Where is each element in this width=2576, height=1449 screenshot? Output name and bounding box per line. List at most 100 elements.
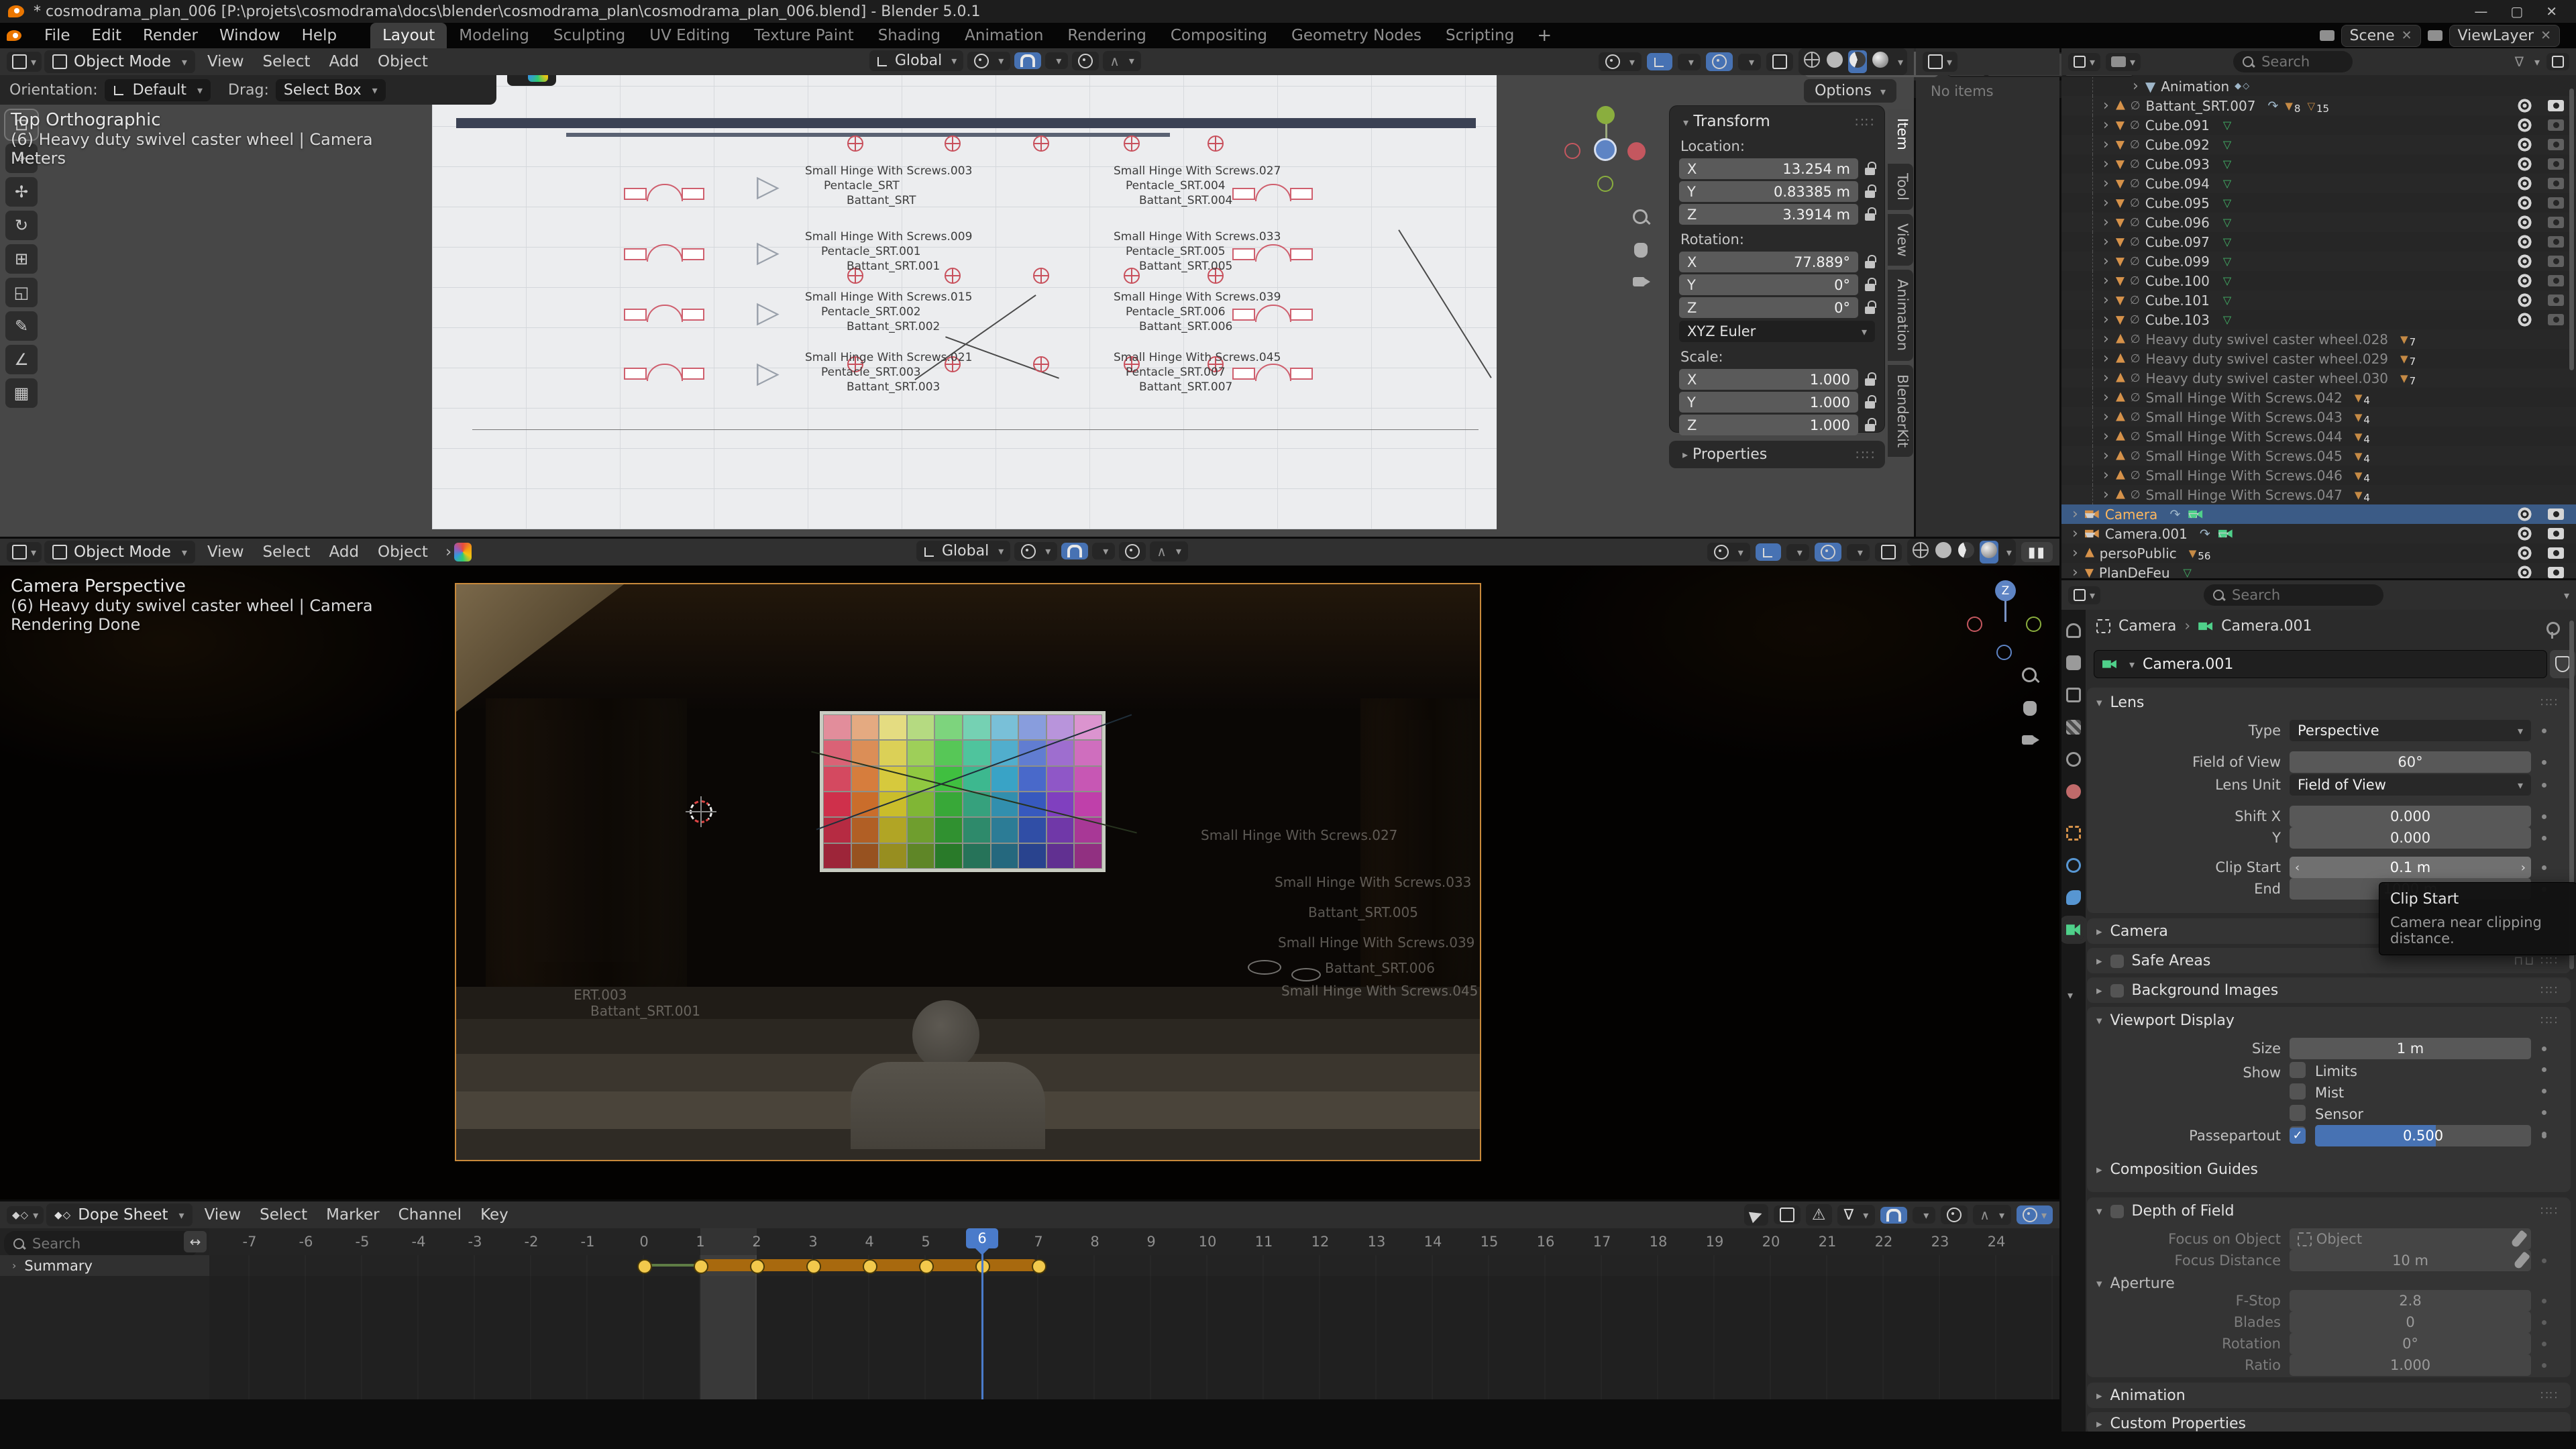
menu-item[interactable]: Edit bbox=[81, 24, 133, 47]
workspace-tab[interactable]: Sculpting bbox=[541, 23, 637, 48]
outliner-row[interactable]: › ▼ ∅ Cube.099 ↷ ▼ ▽ ▽ bbox=[2061, 252, 2576, 271]
shading-solid-icon[interactable] bbox=[1935, 542, 1951, 558]
object-name[interactable]: Cube.100 bbox=[2145, 273, 2210, 289]
expand-icon[interactable]: › bbox=[2103, 214, 2109, 231]
xray-toggle[interactable] bbox=[1875, 543, 1902, 561]
minimize-button[interactable]: — bbox=[2474, 3, 2487, 19]
workspace-tab[interactable]: Shading bbox=[866, 23, 953, 48]
dof-header[interactable]: ▾Depth of Field bbox=[2096, 1203, 2235, 1220]
scale-field[interactable]: Y1.000 bbox=[1679, 392, 1858, 413]
scene-selector[interactable]: Scene✕ bbox=[2341, 25, 2421, 47]
workspace-tab[interactable]: Scripting bbox=[1434, 23, 1526, 48]
render-visibility-toggle[interactable] bbox=[2548, 567, 2564, 578]
hide-eye-toggle[interactable] bbox=[2518, 138, 2532, 152]
object-name[interactable]: Small Hinge With Screws.047 bbox=[2145, 487, 2342, 503]
xray-toggle[interactable] bbox=[1766, 52, 1793, 71]
render-visibility-toggle[interactable] bbox=[2548, 217, 2564, 228]
gizmos-toggle[interactable] bbox=[1647, 53, 1672, 70]
lock-icon[interactable] bbox=[1865, 191, 1875, 198]
lens-unit-dropdown[interactable]: Field of View▾ bbox=[2290, 774, 2531, 796]
outliner-row[interactable]: › ▼ ∅ Small Hinge With Screws.046 ↷ ▼4 ▽… bbox=[2061, 466, 2576, 485]
lock-icon[interactable] bbox=[1865, 378, 1875, 386]
viewport-menu[interactable]: Add bbox=[320, 52, 369, 72]
tab-output[interactable] bbox=[2063, 685, 2084, 705]
outliner-row[interactable]: › ▼ ∅ Camera ↷ ▼ ▽ ▽ bbox=[2061, 504, 2576, 524]
keyframe-dot[interactable] bbox=[694, 1259, 708, 1274]
snap-settings-dropdown[interactable]: ▾ bbox=[1913, 1207, 1935, 1224]
tab-render[interactable] bbox=[2063, 653, 2084, 673]
pan-hand-icon[interactable] bbox=[1631, 240, 1652, 260]
zoom-icon[interactable] bbox=[1631, 208, 1652, 228]
expand-icon[interactable]: › bbox=[2103, 467, 2109, 484]
shading-dropdown-icon[interactable]: ▾ bbox=[1898, 56, 1903, 68]
add-primitive-tool[interactable]: ▦ bbox=[5, 378, 38, 408]
snap-toggle[interactable] bbox=[1061, 543, 1088, 559]
lock-icon[interactable] bbox=[1865, 307, 1875, 314]
focus-distance-field[interactable]: 10 m bbox=[2290, 1250, 2531, 1271]
render-visibility-toggle[interactable] bbox=[2548, 197, 2564, 209]
viewport-menu[interactable]: Select bbox=[254, 542, 320, 562]
editor-type-button[interactable]: ▾ bbox=[7, 52, 42, 72]
proportional-falloff-dropdown[interactable]: ∧▾ bbox=[1103, 51, 1141, 71]
render-visibility-toggle[interactable] bbox=[2548, 314, 2564, 325]
render-visibility-toggle[interactable] bbox=[2548, 508, 2564, 520]
scale-field[interactable]: Z1.000 bbox=[1679, 415, 1858, 435]
aperture-row-field[interactable]: 2.8 bbox=[2290, 1290, 2531, 1311]
tab-tool[interactable] bbox=[2063, 621, 2084, 641]
proportional-edit-toggle[interactable] bbox=[1119, 542, 1146, 561]
snap-toggle[interactable] bbox=[1880, 1207, 1907, 1224]
viewport-menu[interactable]: Select bbox=[254, 52, 320, 72]
expand-icon[interactable]: › bbox=[2103, 117, 2109, 133]
last-operator-chevron[interactable]: › bbox=[445, 543, 451, 561]
spreadsheet-editor[interactable]: ▾ No items bbox=[1916, 48, 2059, 537]
workspace-tab[interactable]: Compositing bbox=[1159, 23, 1279, 48]
expand-icon[interactable]: › bbox=[2103, 292, 2109, 309]
snap-settings-dropdown[interactable]: ▾ bbox=[1092, 543, 1115, 559]
hide-eye-toggle[interactable] bbox=[2518, 293, 2532, 307]
transform-orientation-dropdown[interactable]: Global▾ bbox=[869, 50, 963, 71]
sidebar-tab[interactable]: BlenderKit bbox=[1888, 365, 1913, 457]
object-name[interactable]: Small Hinge With Screws.043 bbox=[2145, 409, 2342, 425]
workspace-tab[interactable]: UV Editing bbox=[637, 23, 742, 48]
object-name[interactable]: Cube.101 bbox=[2145, 292, 2210, 309]
render-visibility-toggle[interactable] bbox=[2548, 139, 2564, 150]
expand-icon[interactable]: › bbox=[2103, 428, 2109, 445]
workspace-tab[interactable]: Geometry Nodes bbox=[1279, 23, 1434, 48]
location-field[interactable]: Z3.3914 m bbox=[1679, 204, 1858, 225]
datablock-name[interactable]: Camera.001 bbox=[2143, 656, 2233, 673]
object-name[interactable]: Cube.099 bbox=[2145, 254, 2210, 270]
blender-menu-icon[interactable] bbox=[7, 30, 21, 41]
expand-icon[interactable]: › bbox=[2103, 136, 2109, 153]
render-visibility-toggle[interactable] bbox=[2548, 275, 2564, 286]
hide-eye-toggle[interactable] bbox=[2518, 215, 2532, 229]
dope-menu[interactable]: View bbox=[195, 1205, 251, 1225]
add-workspace-button[interactable]: + bbox=[1529, 23, 1560, 48]
pan-hand-icon[interactable] bbox=[2021, 698, 2041, 718]
drag-mode-dropdown[interactable]: Select Box▾ bbox=[276, 79, 386, 101]
close-button[interactable]: ✕ bbox=[2546, 3, 2557, 19]
expand-icon[interactable]: › bbox=[2103, 97, 2109, 114]
editor-type-button[interactable]: ▾ bbox=[1923, 52, 1957, 72]
move-tool[interactable]: ✢ bbox=[5, 177, 38, 207]
gizmos-dropdown[interactable]: ▾ bbox=[1786, 544, 1809, 561]
expand-icon[interactable]: › bbox=[2133, 78, 2139, 95]
outliner-row[interactable]: › ▼ ∅ Camera.001 ↷ ▼ ▽ ▽ bbox=[2061, 524, 2576, 543]
outliner-row[interactable]: › ▼ ∅ Cube.094 ↷ ▼ ▽ ▽ bbox=[2061, 174, 2576, 193]
outliner-row[interactable]: › ▼ ∅ Animation ◆◇ ↷ ▼ ▽ ▽ bbox=[2061, 76, 2576, 96]
proportional-edit-toggle[interactable] bbox=[1072, 52, 1099, 70]
sidebar-tab[interactable]: Animation bbox=[1888, 270, 1913, 360]
scene-browse-icon[interactable] bbox=[2320, 30, 2334, 41]
outliner-row[interactable]: › ▼ ∅ persoPublic ↷ ▼56 ▽ ▽ bbox=[2061, 543, 2576, 563]
rotation-field[interactable]: Y0° bbox=[1679, 274, 1858, 295]
outliner-display-mode[interactable]: ▾ bbox=[2068, 53, 2100, 71]
expand-icon[interactable]: › bbox=[2103, 409, 2109, 425]
safe-areas-checkbox[interactable] bbox=[2110, 955, 2124, 968]
outliner-row[interactable]: › ▼ ∅ Cube.097 ↷ ▼ ▽ ▽ bbox=[2061, 232, 2576, 252]
properties-options-icon[interactable]: ▾ bbox=[2564, 589, 2569, 602]
proportional-falloff-dropdown[interactable]: ∧▾ bbox=[1150, 541, 1188, 561]
render-visibility-toggle[interactable] bbox=[2548, 178, 2564, 189]
render-visibility-toggle[interactable] bbox=[2548, 119, 2564, 131]
outliner-row[interactable]: › ▼ ∅ Heavy duty swivel caster wheel.030… bbox=[2061, 368, 2576, 388]
dof-checkbox[interactable] bbox=[2110, 1205, 2124, 1218]
gizmo-x-axis[interactable] bbox=[1967, 616, 1982, 632]
